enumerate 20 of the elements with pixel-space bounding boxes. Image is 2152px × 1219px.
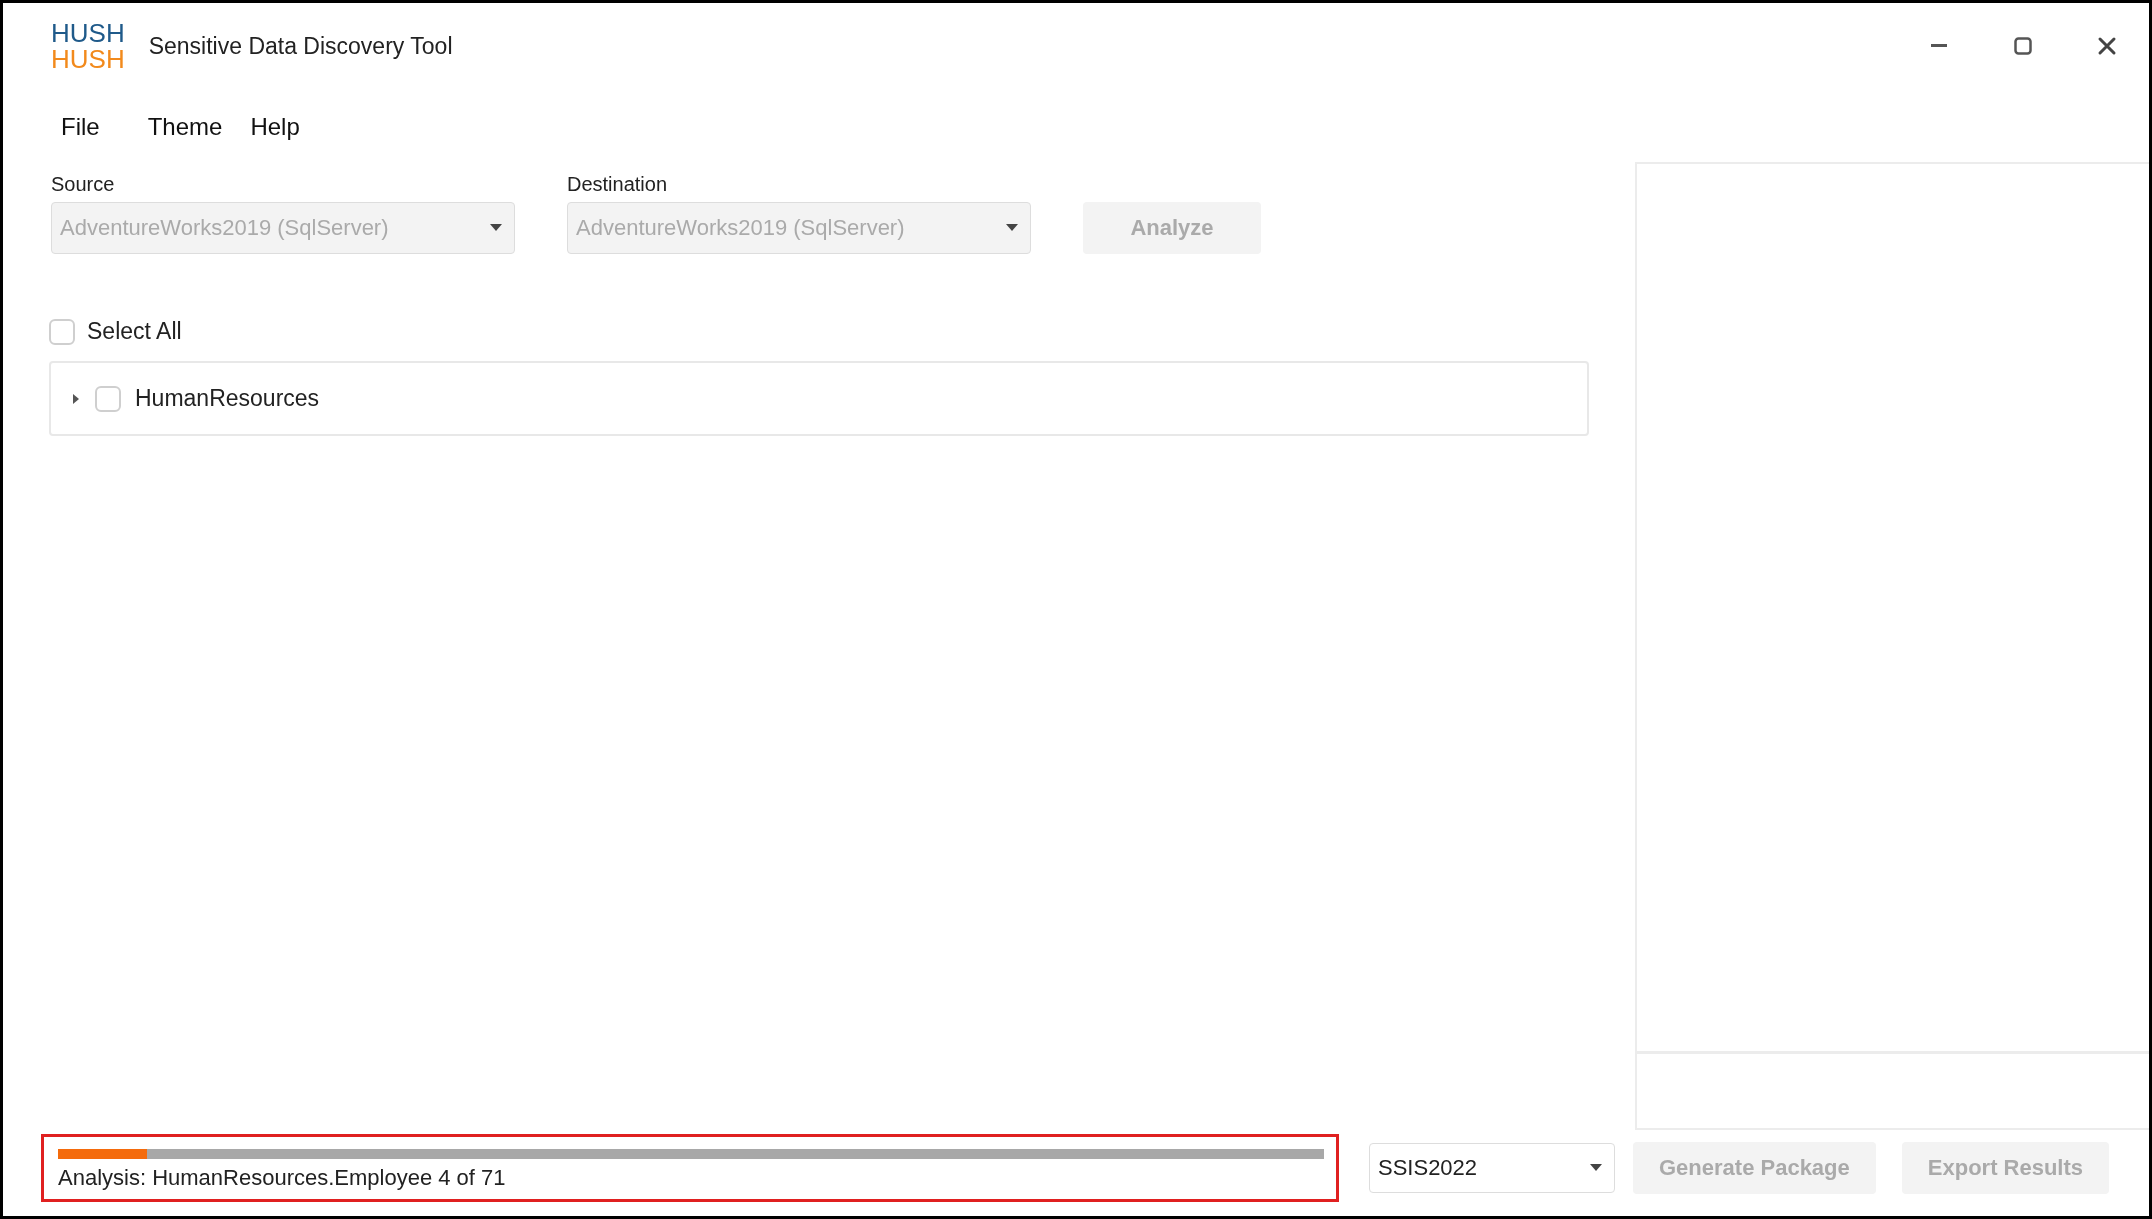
close-icon [2097, 36, 2117, 56]
checkbox[interactable] [49, 318, 75, 345]
menu-item[interactable]: File [47, 107, 114, 147]
minimize-icon [1929, 44, 1949, 48]
menu-item[interactable]: Theme [133, 107, 237, 147]
checkbox[interactable] [95, 385, 121, 412]
caret-icon [490, 224, 502, 232]
menu-item[interactable]: Help [236, 107, 314, 147]
checkbox-label: Select All [87, 318, 182, 345]
tree-item-label[interactable]: HumanResources [135, 385, 320, 412]
app-logo: HUSH HUSH [51, 20, 125, 72]
field-label: Source [51, 173, 116, 196]
caret-icon [1590, 1164, 1602, 1172]
maximize-icon [2014, 37, 2032, 55]
window-title: Sensitive Data Discovery Tool [148, 32, 453, 60]
dropdown[interactable]: SSIS2022 [1369, 1143, 1615, 1193]
expand-arrow-icon[interactable] [71, 392, 81, 405]
caret-icon [1006, 224, 1018, 232]
status-text: Analysis: HumanResources.Employee 4 of 71 [58, 1165, 507, 1191]
field-label: Destination [567, 173, 669, 196]
